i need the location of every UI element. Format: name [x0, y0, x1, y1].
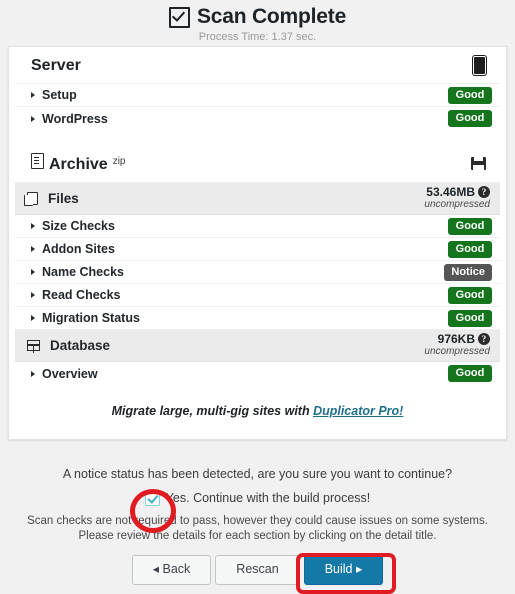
- confirm-build-checkbox[interactable]: [144, 490, 160, 506]
- confirm-build-label: Yes. Continue with the build process!: [165, 491, 371, 505]
- help-question-icon[interactable]: ?: [478, 333, 490, 345]
- status-badge: Good: [448, 365, 492, 382]
- group-label-files: Files: [24, 191, 424, 206]
- caret-right-icon: [31, 315, 35, 321]
- page-title: Scan Complete: [0, 4, 515, 30]
- table-row[interactable]: Overview Good: [15, 362, 500, 385]
- row-label-size-checks: Size Checks: [31, 219, 448, 233]
- section-header-archive: Archive zip: [15, 144, 500, 183]
- status-badge: Good: [448, 240, 492, 258]
- confirm-build-checkbox-row[interactable]: Yes. Continue with the build process!: [0, 490, 515, 506]
- footer-confirm-area: A notice status has been detected, are y…: [0, 466, 515, 585]
- server-rows: Setup Good WordPress Good: [9, 84, 506, 130]
- group-label-database: Database: [27, 338, 424, 353]
- page-title-text: Scan Complete: [196, 5, 347, 28]
- row-label-text: Name Checks: [42, 265, 124, 279]
- files-size-text: 53.46MB: [426, 185, 475, 199]
- row-label-migration-status: Migration Status: [31, 311, 448, 325]
- fineprint-line-2: Please review the details for each secti…: [78, 530, 437, 542]
- row-label-overview: Overview: [31, 367, 448, 381]
- database-size-cell: 976KB ? uncompressed: [424, 330, 492, 361]
- group-label-text: Files: [48, 191, 79, 206]
- caret-right-icon: [31, 246, 35, 252]
- scan-header: Scan Complete Process Time: 1.37 sec.: [0, 0, 515, 44]
- status-badge: Good: [448, 309, 492, 327]
- build-button[interactable]: Build ▸: [303, 555, 384, 585]
- caret-right-icon: [31, 292, 35, 298]
- database-size-text: 976KB: [437, 332, 475, 346]
- caret-right-icon: [31, 269, 35, 275]
- fineprint-text: Scan checks are not required to pass, ho…: [0, 514, 515, 544]
- group-row-database[interactable]: Database 976KB ? uncompressed: [15, 330, 500, 362]
- row-label-text: Overview: [42, 366, 98, 381]
- notice-question-text: A notice status has been detected, are y…: [62, 467, 453, 481]
- document-icon: [31, 153, 44, 169]
- row-label-text: Read Checks: [42, 288, 121, 302]
- table-row[interactable]: Name Checks Notice: [15, 261, 500, 284]
- status-badge: Good: [448, 86, 492, 104]
- status-badge: Good: [448, 110, 492, 127]
- row-label-setup: Setup: [31, 88, 448, 102]
- row-label-text: Migration Status: [42, 311, 140, 325]
- archive-rows: Files 53.46MB ? uncompressed Size Checks…: [9, 183, 506, 385]
- promo-text-before: Migrate large, multi-gig sites with: [111, 404, 314, 418]
- archive-format-label: zip: [112, 156, 126, 167]
- status-badge: Good: [448, 286, 492, 304]
- row-label-text: Addon Sites: [42, 242, 115, 256]
- caret-right-icon: [31, 92, 35, 98]
- group-row-files[interactable]: Files 53.46MB ? uncompressed: [15, 183, 500, 215]
- row-label-text: Size Checks: [42, 219, 115, 233]
- section-title-server-text: Server: [31, 56, 81, 74]
- rescan-button[interactable]: Rescan: [215, 555, 300, 585]
- promo-text: Migrate large, multi-gig sites with Dupl…: [9, 385, 506, 439]
- section-header-server: Server: [15, 47, 500, 84]
- help-question-icon[interactable]: ?: [478, 186, 490, 198]
- files-size-note: uncompressed: [424, 199, 490, 210]
- files-size-value: 53.46MB ?: [426, 186, 490, 198]
- files-size-cell: 53.46MB ? uncompressed: [424, 183, 492, 214]
- checked-box-icon: [168, 6, 190, 28]
- footer-button-row: ◂ Back Rescan Build ▸: [0, 555, 515, 585]
- scan-results-card: Server Setup Good WordPress Good Archive…: [8, 46, 507, 440]
- row-label-text: Setup: [42, 88, 77, 102]
- back-button[interactable]: ◂ Back: [131, 555, 212, 585]
- process-time-text: Process Time: 1.37 sec.: [198, 31, 317, 43]
- caret-right-icon: [31, 370, 35, 377]
- table-row[interactable]: Read Checks Good: [15, 284, 500, 307]
- section-title-archive-text: Archive: [49, 156, 108, 173]
- section-title-archive: Archive zip: [31, 153, 471, 174]
- table-row[interactable]: Addon Sites Good: [15, 238, 500, 261]
- fineprint-line-1: Scan checks are not required to pass, ho…: [27, 515, 488, 527]
- caret-right-icon: [31, 223, 35, 229]
- table-grid-icon: [27, 340, 40, 353]
- caret-right-icon: [31, 115, 35, 122]
- floppy-save-icon: [471, 157, 486, 170]
- section-title-server: Server: [31, 57, 473, 75]
- copy-pages-icon: [24, 192, 38, 206]
- duplicator-pro-link[interactable]: Duplicator Pro!: [313, 404, 403, 418]
- row-label-read-checks: Read Checks: [31, 288, 448, 302]
- table-row[interactable]: Migration Status Good: [15, 307, 500, 330]
- database-size-value: 976KB ?: [438, 333, 490, 345]
- table-row[interactable]: Setup Good: [15, 84, 500, 107]
- status-badge: Good: [448, 217, 492, 235]
- table-row[interactable]: WordPress Good: [15, 107, 500, 130]
- group-label-text: Database: [50, 338, 111, 353]
- server-icon: [473, 56, 486, 75]
- row-label-wordpress: WordPress: [31, 112, 448, 126]
- row-label-name-checks: Name Checks: [31, 265, 444, 279]
- row-label-addon-sites: Addon Sites: [31, 242, 448, 256]
- database-size-note: uncompressed: [424, 346, 490, 357]
- row-label-text: WordPress: [42, 111, 108, 126]
- table-row[interactable]: Size Checks Good: [15, 215, 500, 238]
- status-badge: Notice: [444, 263, 492, 281]
